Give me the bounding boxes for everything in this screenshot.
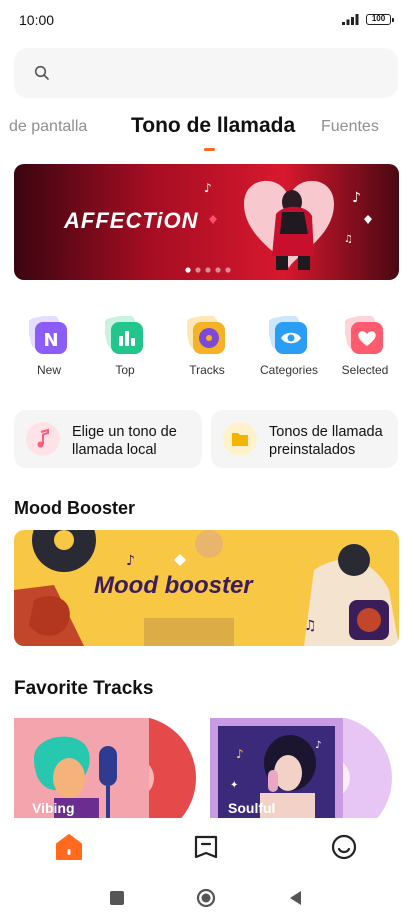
folder-icon: [223, 422, 257, 456]
home-icon[interactable]: [54, 832, 84, 862]
music-note-icon: [26, 422, 60, 456]
battery-icon: 100: [366, 14, 394, 25]
tab-bar: de pantalla Tono de llamada Fuentes: [0, 112, 413, 156]
system-navigation-bar: [0, 878, 413, 920]
featured-banner[interactable]: ♪ ♪ ♫ AFFECTiON: [14, 164, 399, 280]
chart-icon: [105, 316, 145, 356]
category-label: Selected: [341, 363, 389, 377]
new-icon: N: [29, 316, 69, 356]
category-categories[interactable]: Categories: [251, 316, 327, 377]
category-row: N New Top Tracks Categories Selected: [0, 316, 413, 382]
tab-indicator: [204, 148, 215, 151]
svg-text:N: N: [43, 330, 58, 351]
status-bar: 10:00 100: [0, 0, 413, 40]
carousel-dots: [185, 267, 231, 273]
mood-section-title: Mood Booster: [14, 498, 135, 518]
svg-text:♫: ♫: [304, 618, 317, 634]
tab-ringtone[interactable]: Tono de llamada: [131, 114, 295, 138]
favorites-section-title: Favorite Tracks: [14, 678, 154, 699]
tab-wallpaper[interactable]: de pantalla: [9, 118, 87, 136]
mood-banner[interactable]: ♪ ♫ Mood booster: [14, 530, 399, 646]
category-label: Tracks: [189, 363, 225, 377]
preinstalled-ringtones-card[interactable]: Tonos de llamada preinstalados: [211, 410, 398, 468]
search-icon: [34, 65, 49, 80]
category-top[interactable]: Top: [87, 316, 163, 377]
quick-action-label: Elige un tono de llamada local: [72, 424, 177, 458]
mood-banner-text: Mood booster: [94, 572, 253, 599]
smiley-icon[interactable]: [329, 832, 359, 862]
svg-text:✦: ✦: [230, 780, 238, 791]
bookmark-icon[interactable]: [191, 832, 221, 862]
status-time: 10:00: [19, 12, 55, 28]
track-card-soulful[interactable]: ♪ ♪ ✦ Soulful: [210, 718, 395, 818]
track-label: Vibing: [32, 800, 75, 816]
home-button-icon[interactable]: [196, 888, 216, 908]
category-tracks[interactable]: Tracks: [169, 316, 245, 377]
turntable-icon: [187, 316, 227, 356]
search-input[interactable]: [14, 48, 398, 98]
recents-button-icon[interactable]: [107, 888, 127, 908]
signal-icon: [342, 14, 359, 25]
category-label: Categories: [259, 363, 319, 377]
tab-fonts[interactable]: Fuentes: [321, 118, 379, 136]
svg-text:♪: ♪: [126, 553, 135, 569]
quick-action-label: Tonos de llamada preinstalados: [269, 424, 383, 458]
track-card-vibing[interactable]: Vibing: [14, 718, 199, 818]
svg-text:♪: ♪: [204, 181, 212, 195]
svg-text:♪: ♪: [315, 740, 321, 751]
local-ringtone-card[interactable]: Elige un tono de llamada local: [14, 410, 202, 468]
category-label: New: [36, 363, 61, 377]
bottom-nav: [0, 818, 413, 874]
svg-text:♪: ♪: [236, 747, 244, 761]
category-new[interactable]: N New: [11, 316, 87, 377]
back-button-icon[interactable]: [286, 888, 306, 908]
svg-text:♫: ♫: [344, 234, 353, 245]
track-label: Soulful: [228, 800, 276, 816]
banner-title: AFFECTiON: [64, 208, 199, 233]
eye-icon: [269, 316, 309, 356]
category-selected[interactable]: Selected: [327, 316, 403, 377]
heart-icon: [345, 316, 385, 356]
svg-text:♪: ♪: [352, 190, 361, 206]
category-label: Top: [115, 363, 135, 377]
